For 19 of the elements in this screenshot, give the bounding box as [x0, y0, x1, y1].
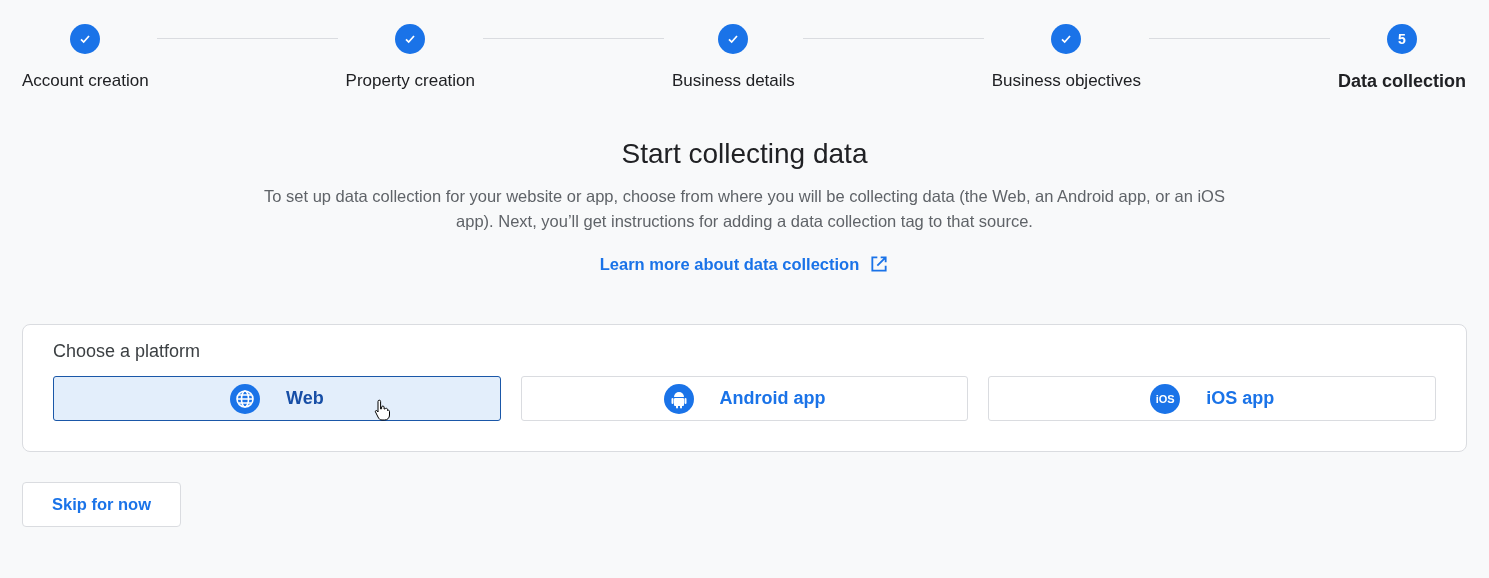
android-icon [663, 383, 694, 414]
description-text: To set up data collection for your website or app, choose from where you will be collecting data (the Web, an Android app, or an iOS app). Next, you’ll get instructions for adding a data collection tag to that source. [263, 186, 1226, 232]
ios-icon: iOS [1150, 383, 1181, 414]
step-label: Business objectives [991, 71, 1142, 91]
step-label: Data collection [1338, 71, 1467, 92]
learn-more-link[interactable]: Learn more about data collection [599, 254, 890, 274]
step-label: Account creation [22, 71, 149, 91]
hand-cursor-icon [374, 399, 390, 421]
platform-option[interactable]: iOS iOS app [988, 376, 1436, 421]
step-label: Property creation [345, 71, 476, 91]
step-label: Business details [671, 71, 795, 91]
external-link-icon [869, 254, 890, 274]
platform-option[interactable]: Android app [520, 376, 969, 421]
page-heading: Start collecting data [621, 138, 868, 170]
platform-option[interactable]: Web [53, 376, 501, 421]
globe-icon [230, 383, 260, 414]
card-title: Choose a platform [53, 341, 201, 361]
step-number: 5 [1398, 31, 1406, 47]
skip-button[interactable]: Skip for now [22, 482, 181, 527]
